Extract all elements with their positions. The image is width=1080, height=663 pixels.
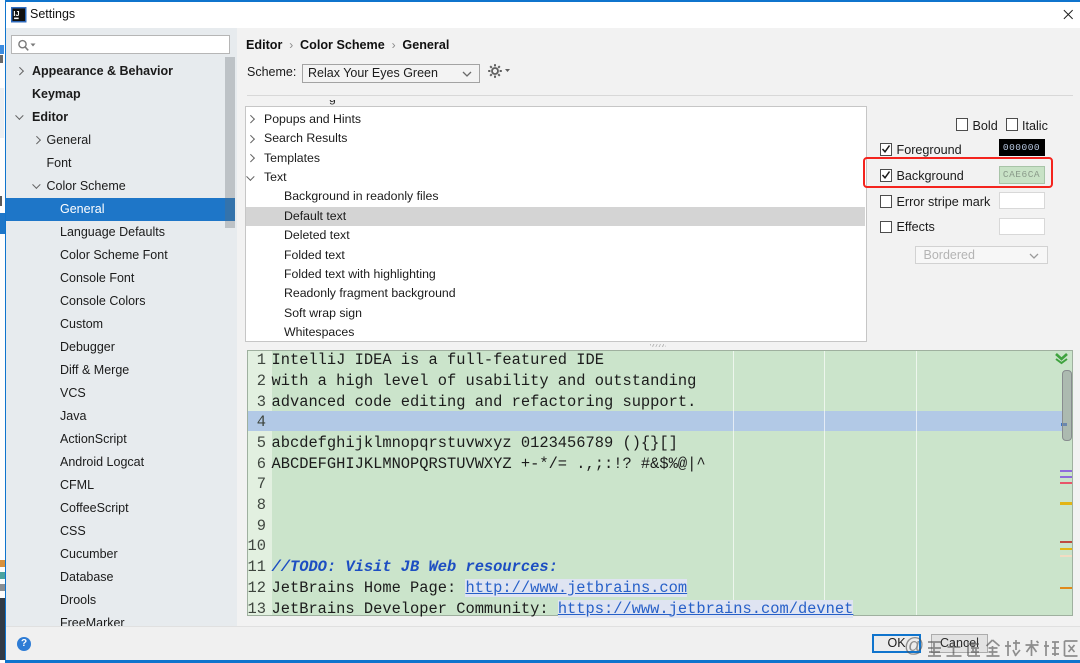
svg-text:IJ: IJ (13, 9, 19, 18)
